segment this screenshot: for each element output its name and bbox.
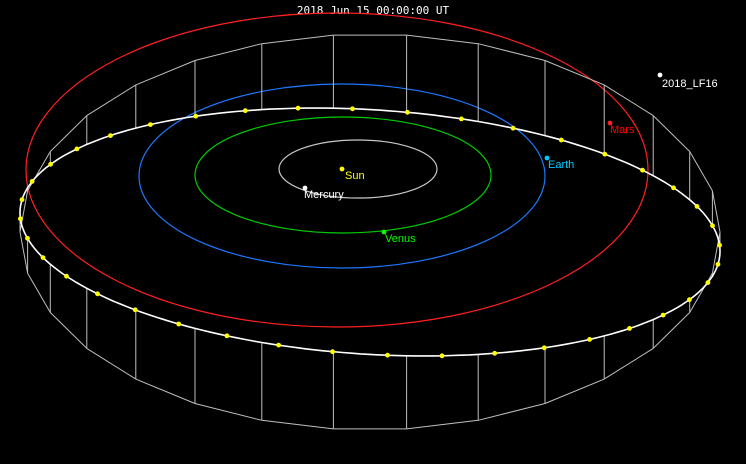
orbit-date-marker [25,235,30,241]
orbit-date-marker [108,133,113,139]
projection-segment [406,34,479,45]
orbit-date-marker [95,291,100,297]
orbit-date-marker [705,280,711,285]
orbit-date-marker [40,255,46,260]
orbit-date-marker [710,223,715,229]
orbit-date-marker [541,345,547,351]
orbit-date-marker [510,125,516,131]
earth-orbit [138,83,546,269]
orbit-date-marker [587,337,592,342]
projection-segment [406,419,479,430]
projection-segment [194,43,262,61]
projection-segment [652,115,691,152]
orbit-date-marker [717,242,722,248]
orbit-date-marker [602,151,608,157]
orbit-date-marker [295,105,301,111]
orbit-date-marker [405,109,410,115]
orbit-date-marker [558,137,564,143]
venus-orbit [194,116,492,234]
mercury-orbit [278,139,438,199]
projection-segment [135,60,196,86]
orbit-date-marker [176,321,182,327]
orbit-date-marker [18,216,23,222]
orbit-date-marker [687,297,692,303]
orbit-diagram: 2018 Jun 15 00:00:00 UT Sun Mercury Venu… [18,4,722,430]
orbit-date-marker [715,261,721,267]
orbit-date-marker [193,113,199,119]
orbit-date-marker [48,161,53,167]
projection-segment [27,272,51,313]
orbit-date-marker [459,116,464,122]
orbit-date-marker [276,342,281,348]
mars-label: Mars [610,124,635,136]
orbit-date-marker [660,312,666,318]
orbit-date-marker [640,167,645,173]
orbit-date-marker [242,108,248,114]
orbit-date-marker [29,179,35,184]
orbit-date-marker [74,146,80,152]
asteroid-label: 2018_LF16 [662,78,718,90]
projection-segment [27,151,51,192]
orbit-date-marker [627,326,632,331]
asteroid-marker [657,72,663,78]
projection-segment [544,378,605,404]
projection-segment [86,347,137,380]
venus-label: Venus [385,233,416,245]
orbit-date-marker [19,197,25,203]
projection-segment [135,378,196,404]
projection-segment [261,34,334,45]
projection-segment [603,347,654,380]
sun-marker [339,166,345,172]
projection-segment [689,151,713,192]
orbit-date-marker [224,333,230,339]
orbit-date-marker [694,204,700,209]
mercury-label: Mercury [304,189,344,201]
earth-label: Earth [548,159,574,171]
orbit-date-marker [439,353,445,359]
projection-segment [261,419,334,430]
sun-label: Sun [345,170,365,182]
projection-segment [478,403,546,421]
orbit-date-marker [385,352,390,358]
projection-segment [478,43,546,61]
projection-segment [544,60,605,86]
orbit-date-marker [148,122,153,127]
orbit-date-marker [671,185,676,191]
projection-segment [689,272,713,313]
projection-segment [49,312,88,349]
orbit-date-marker [350,106,355,112]
timestamp: 2018 Jun 15 00:00:00 UT [297,4,450,17]
projection-segment [194,403,262,421]
orbit-date-marker [492,350,498,356]
orbit-date-marker [64,273,69,279]
projection-segment [86,84,137,117]
projection-segment [603,84,654,117]
orbit-date-marker [132,307,138,313]
orbit-date-marker [330,349,335,355]
